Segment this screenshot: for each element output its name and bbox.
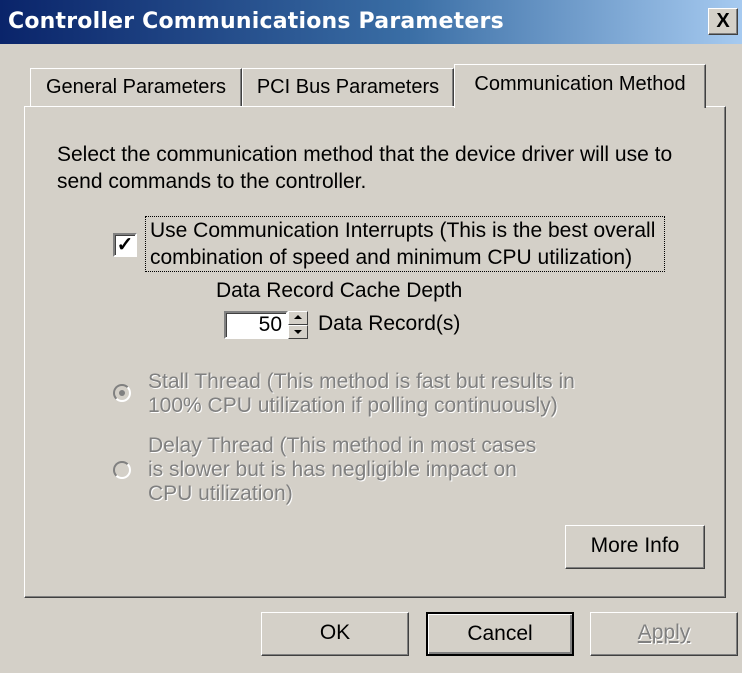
cache-depth-label: Data Record Cache Depth: [216, 279, 463, 302]
window-title: Controller Communications Parameters: [8, 9, 504, 34]
cache-depth-input[interactable]: 50: [224, 311, 288, 339]
tab-label: PCI Bus Parameters: [256, 76, 440, 98]
cache-depth-unit: Data Record(s): [318, 312, 461, 335]
close-icon: X: [716, 10, 730, 32]
tab-communication-method[interactable]: Communication Method: [454, 64, 706, 108]
tab-label: Communication Method: [474, 73, 686, 95]
apply-button[interactable]: Apply: [590, 612, 738, 656]
cancel-button[interactable]: Cancel: [426, 612, 574, 656]
method-description: Select the communication method that the…: [57, 143, 673, 193]
interrupts-checkbox-label[interactable]: Use Communication Interrupts (This is th…: [145, 216, 665, 272]
more-info-button[interactable]: More Info: [565, 525, 705, 569]
stall-thread-label[interactable]: Stall Thread (This method is fast but re…: [148, 370, 588, 418]
checkmark-icon: ✓: [116, 234, 134, 256]
delay-thread-radio[interactable]: [113, 461, 131, 479]
tab-label: General Parameters: [45, 76, 227, 98]
ok-button[interactable]: OK: [261, 612, 409, 656]
cancel-label: Cancel: [467, 622, 533, 645]
title-bar: Controller Communications Parameters X: [0, 0, 742, 44]
radio-selected-icon: [119, 390, 125, 396]
cache-depth-spinner[interactable]: [288, 311, 308, 339]
delay-thread-label[interactable]: Delay Thread (This method in most cases …: [148, 434, 548, 506]
tab-pci-bus-parameters[interactable]: PCI Bus Parameters: [242, 68, 454, 108]
tab-general-parameters[interactable]: General Parameters: [30, 68, 242, 108]
spin-down-icon[interactable]: [288, 325, 308, 339]
interrupts-checkbox[interactable]: ✓: [113, 233, 137, 257]
close-button[interactable]: X: [708, 8, 738, 35]
more-info-label: More Info: [590, 534, 680, 557]
ok-label: OK: [319, 621, 351, 644]
spin-up-icon[interactable]: [288, 311, 308, 325]
apply-label: Apply: [637, 621, 691, 644]
stall-thread-radio[interactable]: [113, 384, 131, 402]
